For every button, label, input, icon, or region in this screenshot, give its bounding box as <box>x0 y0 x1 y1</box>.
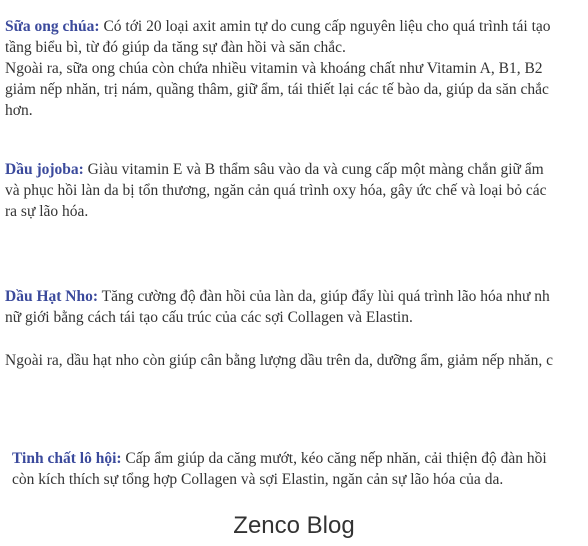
paragraph: Tinh chất lô hội: Cấp ẩm giúp da căng mư… <box>12 448 547 469</box>
paragraph-line: tầng biểu bì, từ đó giúp da tăng sự đàn … <box>5 39 346 56</box>
paragraph-text: Giàu vitamin E và B thẩm sâu vào da và c… <box>83 161 544 178</box>
ingredient-term: Dầu jojoba: <box>5 161 84 178</box>
section-sua-ong-chua: Sữa ong chúa: Có tới 20 loại axit amin t… <box>5 16 551 121</box>
paragraph-text: Cấp ẩm giúp da căng mướt, kéo căng nếp n… <box>121 450 547 467</box>
section-dau-hat-nho: Dầu Hạt Nho: Tăng cường độ đàn hồi của l… <box>5 286 550 328</box>
section-tinh-chat-lo-hoi: Tinh chất lô hội: Cấp ẩm giúp da căng mư… <box>12 448 547 490</box>
section-dau-jojoba: Dầu jojoba: Giàu vitamin E và B thẩm sâu… <box>5 159 547 222</box>
paragraph-line: giảm nếp nhăn, trị nám, quầng thâm, giữ … <box>5 81 549 98</box>
paragraph-line: ra sự lão hóa. <box>5 203 89 220</box>
paragraph-line: hơn. <box>5 102 33 119</box>
ingredient-term: Sữa ong chúa: <box>5 18 100 35</box>
paragraph-text: Có tới 20 loại axit amin tự do cung cấp … <box>99 18 551 35</box>
ingredient-term: Dầu Hạt Nho: <box>5 288 99 305</box>
paragraph-text: Tăng cường độ đàn hồi của làn da, giúp đ… <box>98 288 550 305</box>
paragraph-line: Ngoài ra, sữa ong chúa còn chứa nhiều vi… <box>5 60 543 77</box>
paragraph-line: Ngoài ra, dầu hạt nho còn giúp cân bằng … <box>5 352 553 369</box>
paragraph-line: còn kích thích sự tổng hợp Collagen và s… <box>12 471 504 488</box>
paragraph: Dầu Hạt Nho: Tăng cường độ đàn hồi của l… <box>5 286 550 307</box>
section-dau-hat-nho-extra: Ngoài ra, dầu hạt nho còn giúp cân bằng … <box>5 350 553 371</box>
paragraph: Sữa ong chúa: Có tới 20 loại axit amin t… <box>5 16 551 37</box>
article-content: Sữa ong chúa: Có tới 20 loại axit amin t… <box>0 0 588 546</box>
paragraph: Dầu jojoba: Giàu vitamin E và B thẩm sâu… <box>5 159 547 180</box>
paragraph-line: nữ giới bằng cách tái tạo cấu trúc của c… <box>5 309 413 326</box>
paragraph-line: và phục hồi làn da bị tổn thương, ngăn c… <box>5 182 547 199</box>
footer-brand: Zenco Blog <box>233 512 355 539</box>
ingredient-term: Tinh chất lô hội: <box>12 450 122 467</box>
